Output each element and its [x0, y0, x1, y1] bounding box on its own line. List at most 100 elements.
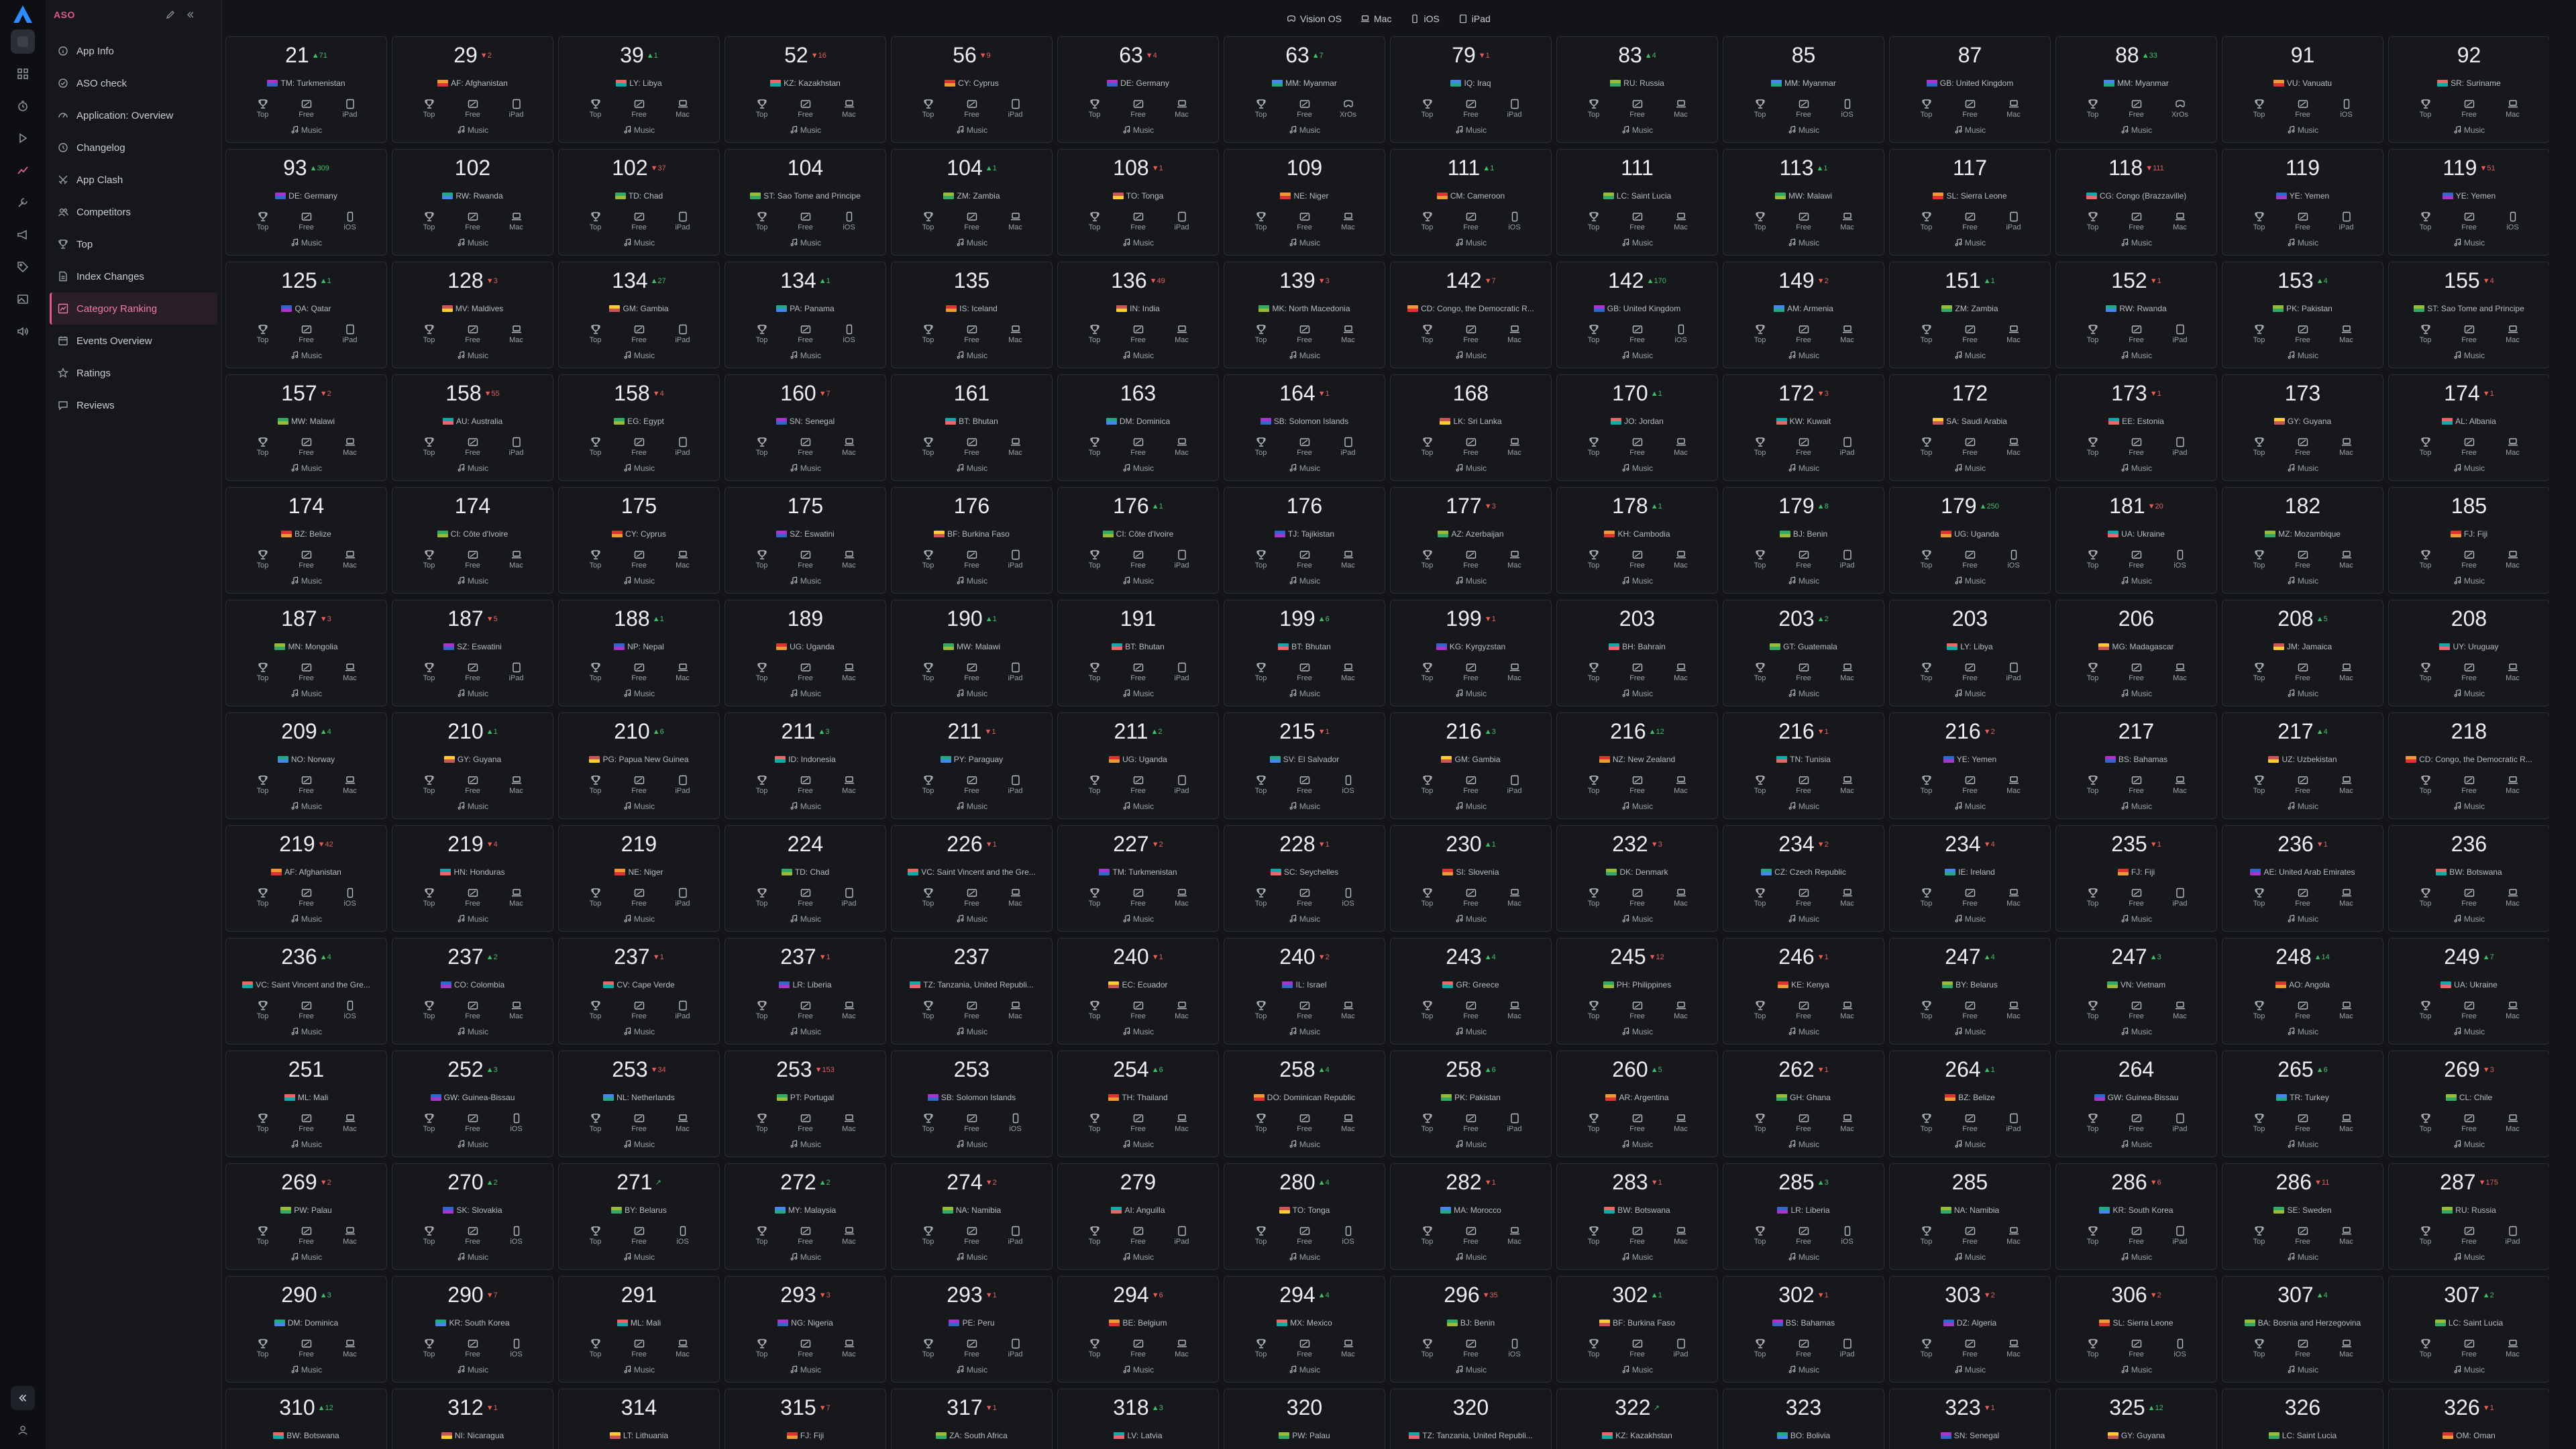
ranking-card[interactable]: 108 ▼1 TO: Tonga Top Free iPad Music — [1057, 149, 1219, 256]
sidebar-item-category-ranking[interactable]: Category Ranking — [50, 292, 217, 325]
ranking-card[interactable]: 317▼1ZA: South AfricaTopFreeMacMusic — [891, 1389, 1053, 1449]
ranking-card[interactable]: 56 ▼9 CY: Cyprus Top Free iPad Music — [891, 36, 1053, 143]
sidebar-item-top[interactable]: Top — [50, 228, 217, 260]
sidebar-item-index-changes[interactable]: Index Changes — [50, 260, 217, 292]
ranking-card[interactable]: 240 ▼2 IL: Israel Top Free Mac Music — [1224, 938, 1385, 1044]
ranking-card[interactable]: 170 ▲1 JO: Jordan Top Free Mac Music — [1556, 374, 1718, 481]
ranking-card[interactable]: 264 ▲1 BZ: Belize Top Free iPad Music — [1889, 1051, 2051, 1157]
ranking-card[interactable]: 93 ▲309 DE: Germany Top Free iOS Music — [225, 149, 387, 256]
ranking-card[interactable]: 294 ▼6 BE: Belgium Top Free Mac Music — [1057, 1276, 1219, 1383]
ranking-card[interactable]: 119 ▼51 YE: Yemen Top Free iOS Music — [2388, 149, 2549, 256]
tag-icon[interactable] — [11, 255, 35, 279]
collapse-sidebar-button[interactable] — [11, 1386, 35, 1410]
ranking-card[interactable]: 142 ▼7 CD: Congo, the Democratic R... Top Fr… — [1390, 262, 1552, 368]
ranking-card[interactable]: 83 ▲4 RU: Russia Top Free Mac Music — [1556, 36, 1718, 143]
ranking-card[interactable]: 230 ▲1 SI: Slovenia Top Free Mac Music — [1390, 825, 1552, 932]
ranking-card[interactable]: 63 ▲7 MM: Myanmar Top Free XrOs Music — [1224, 36, 1385, 143]
ranking-card[interactable]: 227 ▼2 TM: Turkmenistan Top Free Mac Music — [1057, 825, 1219, 932]
ranking-card[interactable]: 303 ▼2 DZ: Algeria Top Free Mac Music — [1889, 1276, 2051, 1383]
ranking-card[interactable]: 211 ▲3 ID: Indonesia Top Free Mac Music — [724, 712, 886, 819]
ranking-card[interactable]: 168 LK: Sri Lanka Top Free Mac Music — [1390, 374, 1552, 481]
ranking-card[interactable]: 176 ▲1 CI: Côte d'Ivoire Top Free iPad Music — [1057, 487, 1219, 594]
trend-icon[interactable] — [11, 158, 35, 182]
ranking-card[interactable]: 85 MM: Myanmar Top Free iOS Music — [1723, 36, 1884, 143]
sidebar-item-application-overview[interactable]: Application: Overview — [50, 99, 217, 131]
ranking-card[interactable]: 234 ▼4 IE: Ireland Top Free Mac Music — [1889, 825, 2051, 932]
ranking-card[interactable]: 113 ▲1 MW: Malawi Top Free Mac Music — [1723, 149, 1884, 256]
ranking-card[interactable]: 258 ▲4 DO: Dominican Republic Top Free Mac Mus… — [1224, 1051, 1385, 1157]
ranking-card[interactable]: 117 SL: Sierra Leone Top Free iPad Music — [1889, 149, 2051, 256]
ranking-card[interactable]: 203 BH: Bahrain Top Free Mac Music — [1556, 600, 1718, 706]
ranking-card[interactable]: 302 ▲1 BF: Burkina Faso Top Free iPad Music — [1556, 1276, 1718, 1383]
ranking-card[interactable]: 236 ▲4 VC: Saint Vincent and the Gre... Top… — [225, 938, 387, 1044]
ranking-card[interactable]: 128 ▼3 MV: Maldives Top Free Mac Music — [392, 262, 553, 368]
sidebar-item-events-overview[interactable]: Events Overview — [50, 325, 217, 357]
ranking-card[interactable]: 182 MZ: Mozambique Top Free Mac Music — [2222, 487, 2383, 594]
ranking-card[interactable]: 236 BW: Botswana Top Free Mac Music — [2388, 825, 2549, 932]
sidebar-item-changelog[interactable]: Changelog — [50, 131, 217, 164]
ranking-card[interactable]: 262 ▼1 GH: Ghana Top Free Mac Music — [1723, 1051, 1884, 1157]
ranking-card[interactable]: 188 ▲1 NP: Nepal Top Free Mac Music — [558, 600, 720, 706]
ranking-card[interactable]: 178 ▲1 KH: Cambodia Top Free Mac Music — [1556, 487, 1718, 594]
ranking-card[interactable]: 265 ▲6 TR: Turkey Top Free Mac Music — [2222, 1051, 2383, 1157]
ranking-card[interactable]: 189 UG: Uganda Top Free Mac Music — [724, 600, 886, 706]
ranking-card[interactable]: 234 ▼2 CZ: Czech Republic Top Free Mac Music — [1723, 825, 1884, 932]
ranking-card[interactable]: 237 ▼1 LR: Liberia Top Free Mac Music — [724, 938, 886, 1044]
ranking-card[interactable]: 111 ▲1 CM: Cameroon Top Free iOS Music — [1390, 149, 1552, 256]
platform-chip-ipad[interactable]: iPad — [1453, 9, 1496, 28]
ranking-card[interactable]: 253 ▼34 NL: Netherlands Top Free Mac Music — [558, 1051, 720, 1157]
ranking-card[interactable]: 216 ▼1 TN: Tunisia Top Free Mac Music — [1723, 712, 1884, 819]
ranking-card[interactable]: 208 ▲5 JM: Jamaica Top Free Mac Music — [2222, 600, 2383, 706]
ranking-card[interactable]: 163 DM: Dominica Top Free Mac Music — [1057, 374, 1219, 481]
app-logo-icon[interactable] — [12, 4, 34, 24]
ranking-card[interactable]: 290 ▼7 KR: South Korea Top Free iOS Music — [392, 1276, 553, 1383]
ranking-card[interactable]: 173 GY: Guyana Top Free Mac Music — [2222, 374, 2383, 481]
ranking-card[interactable]: 279 AI: Anguilla Top Free iPad Music — [1057, 1163, 1219, 1270]
ranking-card[interactable]: 296 ▼35 BJ: Benin Top Free iOS Music — [1390, 1276, 1552, 1383]
ranking-card[interactable]: 177 ▼3 AZ: Azerbaijan Top Free Mac Music — [1390, 487, 1552, 594]
ranking-card[interactable]: 216 ▼2 YE: Yemen Top Free Mac Music — [1889, 712, 2051, 819]
ranking-card[interactable]: 312▼1NI: NicaraguaTopFreeMacMusic — [392, 1389, 553, 1449]
ranking-card[interactable]: 157 ▼2 MW: Malawi Top Free Mac Music — [225, 374, 387, 481]
sidebar-item-reviews[interactable]: Reviews — [50, 389, 217, 421]
ranking-card[interactable]: 258 ▲6 PK: Pakistan Top Free iPad Music — [1390, 1051, 1552, 1157]
ranking-card[interactable]: 104 ST: Sao Tome and Principe Top Free iOS Mu… — [724, 149, 886, 256]
ranking-card[interactable]: 217 BS: Bahamas Top Free Mac Music — [2055, 712, 2217, 819]
ranking-card[interactable]: 236 ▼1 AE: United Arab Emirates Top Free Mac M… — [2222, 825, 2383, 932]
ranking-card[interactable]: 286 ▼6 KR: South Korea Top Free iPad Music — [2055, 1163, 2217, 1270]
ranking-card[interactable]: 307 ▲2 LC: Saint Lucia Top Free Mac Music — [2388, 1276, 2549, 1383]
ranking-card[interactable]: 29 ▼2 AF: Afghanistan Top Free iPad Music — [392, 36, 553, 143]
ranking-card[interactable]: 251 ML: Mali Top Free Mac Music — [225, 1051, 387, 1157]
ranking-card[interactable]: 285 ▲3 LR: Liberia Top Free iOS Music — [1723, 1163, 1884, 1270]
ranking-card[interactable]: 203 ▲2 GT: Guatemala Top Free Mac Music — [1723, 600, 1884, 706]
ranking-card[interactable]: 190 ▲1 MW: Malawi Top Free iPad Music — [891, 600, 1053, 706]
ranking-card[interactable]: 260 ▲5 AR: Argentina Top Free Mac Music — [1556, 1051, 1718, 1157]
ranking-card[interactable]: 158 ▼55 AU: Australia Top Free iPad Music — [392, 374, 553, 481]
ranking-card[interactable]: 210 ▲6 PG: Papua New Guinea Top Free iPad Musi… — [558, 712, 720, 819]
ranking-card[interactable]: 172 ▼3 KW: Kuwait Top Free iPad Music — [1723, 374, 1884, 481]
ranking-card[interactable]: 172 SA: Saudi Arabia Top Free Mac Music — [1889, 374, 2051, 481]
ranking-card[interactable]: 286 ▼11 SE: Sweden Top Free Mac Music — [2222, 1163, 2383, 1270]
ranking-card[interactable]: 217 ▲4 UZ: Uzbekistan Top Free Mac Music — [2222, 712, 2383, 819]
ranking-card[interactable]: 187 ▼5 SZ: Eswatini Top Free iPad Music — [392, 600, 553, 706]
ranking-card[interactable]: 306 ▼2 SL: Sierra Leone Top Free iOS Music — [2055, 1276, 2217, 1383]
ranking-card[interactable]: 52 ▼16 KZ: Kazakhstan Top Free Mac Music — [724, 36, 886, 143]
ranking-card[interactable]: 247 ▲3 VN: Vietnam Top Free Mac Music — [2055, 938, 2217, 1044]
ranking-card[interactable]: 219 NE: Niger Top Free iPad Music — [558, 825, 720, 932]
ranking-card[interactable]: 104 ▲1 ZM: Zambia Top Free Mac Music — [891, 149, 1053, 256]
ranking-card[interactable]: 119 YE: Yemen Top Free iPad Music — [2222, 149, 2383, 256]
ranking-card[interactable]: 283 ▼1 BW: Botswana Top Free Mac Music — [1556, 1163, 1718, 1270]
ranking-card[interactable]: 293 ▼1 PE: Peru Top Free iPad Music — [891, 1276, 1053, 1383]
sidebar-item-app-info[interactable]: App Info — [50, 35, 217, 67]
ranking-card[interactable]: 175 SZ: Eswatini Top Free Mac Music — [724, 487, 886, 594]
ranking-card[interactable]: 158 ▼4 EG: Egypt Top Free iPad Music — [558, 374, 720, 481]
ranking-card[interactable]: 271 ↗ BY: Belarus Top Free iOS Music — [558, 1163, 720, 1270]
app-avatar-icon[interactable] — [11, 30, 35, 54]
edit-icon[interactable] — [164, 8, 177, 21]
ranking-card[interactable]: 187 ▼3 MN: Mongolia Top Free Mac Music — [225, 600, 387, 706]
ranking-card[interactable]: 88 ▲33 MM: Myanmar Top Free XrOs Music — [2055, 36, 2217, 143]
ranking-card[interactable]: 211 ▼1 PY: Paraguay Top Free iPad Music — [891, 712, 1053, 819]
ranking-card[interactable]: 269 ▼2 PW: Palau Top Free Mac Music — [225, 1163, 387, 1270]
ranking-card[interactable]: 285 NA: Namibia Top Free Mac Music — [1889, 1163, 2051, 1270]
ranking-card[interactable]: 254 ▲6 TH: Thailand Top Free Mac Music — [1057, 1051, 1219, 1157]
